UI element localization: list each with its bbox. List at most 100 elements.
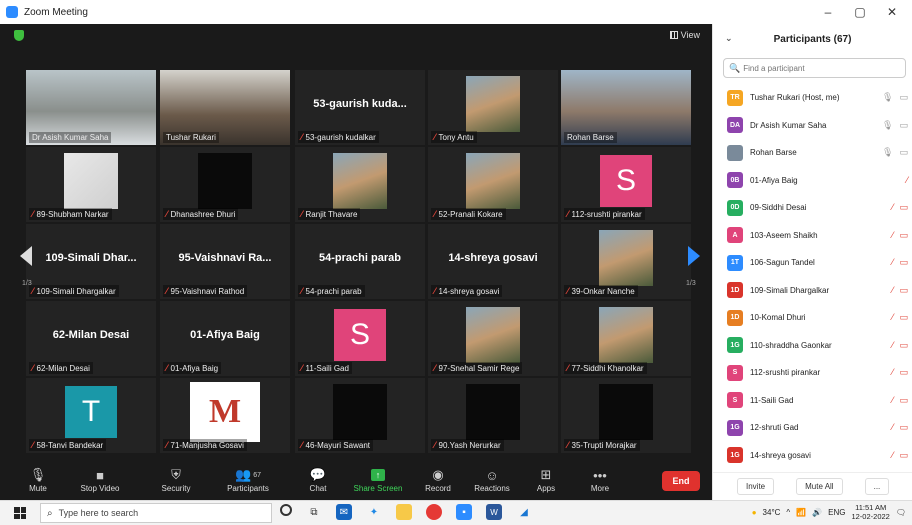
participant-name: 112-srushti pirankar [750,368,821,378]
participant-row[interactable]: S 11-Saili Gad ⁄ ▭ [713,387,912,415]
invite-button[interactable]: Invite [737,478,775,495]
language-indicator[interactable]: ENG [828,508,845,517]
participant-row[interactable]: TR Tushar Rukari (Host, me) 🎙 ▭ [713,84,912,112]
tile-label-text: Dhanashree Dhuri [170,209,236,219]
participant-name: 10-Komal Dhuri [750,313,806,323]
participant-row[interactable]: 1T 106-Sagun Tandel ⁄ ▭ [713,249,912,277]
tile-label-text: 39-Onkar Nanche [571,286,635,296]
participants-button[interactable]: 👥 67 Participants [218,466,278,493]
maximize-button[interactable]: ▢ [844,0,876,24]
participant-row[interactable]: 1D 109-Simali Dhargalkar ⁄ ▭ [713,277,912,305]
video-tile[interactable]: ⁄ Dhanashree Dhuri [160,147,290,222]
network-icon[interactable]: 📶 [796,508,806,517]
mic-muted-icon: ⁄ [32,286,34,296]
video-tile[interactable]: 109-Simali Dhar... ⁄ 109-Simali Dhargalkar [26,224,156,299]
video-tile[interactable]: S ⁄ 112-srushti pirankar [561,147,691,222]
chat-button[interactable]: 💬 Chat [288,466,348,493]
tile-name-label: ⁄ 58-Tanvi Bandekar [29,439,107,451]
more-button[interactable]: ••• More [570,466,630,494]
profile-photo [599,230,653,286]
participant-row[interactable]: DA Dr Asish Kumar Saha 🎙 ▭ [713,112,912,140]
mic-muted-icon: ⁄ [32,363,34,373]
file-explorer-icon[interactable] [396,504,412,520]
participant-row[interactable]: A 103-Aseem Shaikh ⁄ ▭ [713,222,912,250]
participant-row[interactable]: S 112-srushti pirankar ⁄ ▭ [713,359,912,387]
video-tile[interactable]: ⁄ 97-Snehal Samir Rege [428,301,558,376]
mute-all-button[interactable]: Mute All [796,478,843,495]
search-icon: 🔍 [729,62,741,73]
weather-icon[interactable]: ● [752,508,757,517]
video-tile[interactable]: 14-shreya gosavi ⁄ 14-shreya gosavi [428,224,558,299]
windows-start-icon[interactable] [14,507,26,519]
video-tile[interactable]: 01-Afiya Baig ⁄ 01-Afiya Baig [160,301,290,376]
tile-label-text: 77-Siddhi Khanolkar [571,363,644,373]
taskbar-clock[interactable]: 11:51 AM 12-02-2022 [851,503,889,521]
paint-icon[interactable]: ◢ [516,504,532,520]
tray-chevron-icon[interactable]: ^ [786,508,790,517]
participant-avatar: S [727,364,743,381]
video-tile[interactable]: ⁄ 35-Trupti Morajkar [561,378,691,453]
security-button[interactable]: ⛨ Security [146,466,206,493]
record-button[interactable]: ◉ Record [408,466,468,493]
chevron-down-icon[interactable]: ⌄ [725,33,733,44]
word-icon[interactable]: W [486,504,502,520]
video-tile[interactable]: T ⁄ 58-Tanvi Bandekar [26,378,156,453]
video-tile[interactable]: 53-gaurish kuda... ⁄ 53-gaurish kudalkar [295,70,425,145]
video-tile[interactable]: 95-Vaishnavi Ra... ⁄ 95-Vaishnavi Rathod [160,224,290,299]
participant-row[interactable]: 1D 10-Komal Dhuri ⁄ ▭ [713,304,912,332]
participant-row[interactable]: 0D 09-Siddhi Desai ⁄ ▭ [713,194,912,222]
video-tile[interactable]: ⁄ 90.Yash Nerurkar [428,378,558,453]
tile-name-label: ⁄ 35-Trupti Morajkar [564,439,640,451]
mail-icon[interactable]: ✉ [336,504,352,520]
zoom-taskbar-icon[interactable]: ▪ [456,504,472,520]
video-tile[interactable]: ⁄ Ranjit Thavare [295,147,425,222]
video-tile[interactable]: ⁄ 77-Siddhi Khanolkar [561,301,691,376]
minimize-button[interactable]: – [812,0,844,24]
stop-video-button[interactable]: ■ Stop Video [70,466,130,494]
mute-button[interactable]: 🎙 Mute [8,466,68,493]
temperature-readout[interactable]: 34°C [763,508,781,517]
video-tile[interactable]: ⁄ Tony Antu [428,70,558,145]
video-tile[interactable]: Tushar Rukari [160,70,290,145]
panel-more-button[interactable]: ... [864,478,890,495]
video-tile[interactable]: Dr Asish Kumar Saha [26,70,156,145]
video-tile[interactable]: ⁄ 39-Onkar Nanche [561,224,691,299]
participant-row[interactable]: 1G 14-shreya gosavi ⁄ ▭ [713,442,912,470]
participant-row[interactable]: 1G 12-shruti Gad ⁄ ▭ [713,414,912,442]
participant-row[interactable]: Rohan Barse 🎙 ▭ [713,139,912,167]
video-tile[interactable]: Rohan Barse [561,70,691,145]
video-tile[interactable]: S ⁄ 11-Saili Gad [295,301,425,376]
taskbar-search[interactable]: ⌕ Type here to search [40,503,272,523]
participant-row[interactable]: 0B 01-Afiya Baig ⁄ [713,167,912,195]
prev-page-arrow-icon[interactable] [20,246,32,266]
mic-muted-icon: ⁄ [434,363,436,373]
video-tile[interactable]: 62-Milan Desai ⁄ 62-Milan Desai [26,301,156,376]
video-tile[interactable]: M ⁄ 71-Manjusha Gosavi [160,378,290,453]
video-tile[interactable]: ⁄ 89-Shubham Narkar [26,147,156,222]
next-page-arrow-icon[interactable] [688,246,700,266]
mic-muted-icon: ⁄ [891,367,894,377]
tile-name-label: ⁄ Tony Antu [431,131,477,143]
microphone-icon: 🎙 [882,119,894,130]
participants-label: Participants [227,484,269,493]
apps-button[interactable]: ⊞ Apps [516,466,576,493]
close-button[interactable]: ✕ [876,0,908,24]
chrome-icon[interactable] [426,504,442,520]
tile-name-label: ⁄ 39-Onkar Nanche [564,285,638,297]
reactions-button[interactable]: ☺ Reactions [462,466,522,494]
video-tile[interactable]: ⁄ 52-Pranali Kokare [428,147,558,222]
share-screen-button[interactable]: ↑ Share Screen [348,466,408,493]
notifications-icon[interactable]: 🗨 [896,508,906,517]
explorer-icon[interactable]: ✦ [366,504,382,520]
encryption-shield-icon[interactable] [14,30,24,41]
end-meeting-button[interactable]: End [662,471,700,491]
view-button[interactable]: View [669,30,700,40]
participant-row[interactable]: 1G 110-shraddha Gaonkar ⁄ ▭ [713,332,912,360]
participant-search-input[interactable] [743,63,894,73]
video-tile[interactable]: 54-prachi parab ⁄ 54-prachi parab [295,224,425,299]
video-tile[interactable]: ⁄ 46-Mayuri Sawant [295,378,425,453]
cortana-icon[interactable] [280,504,292,516]
volume-icon[interactable]: 🔊 [812,508,822,517]
task-view-icon[interactable]: ⧉ [306,504,322,520]
participant-search[interactable]: 🔍 [723,58,906,78]
